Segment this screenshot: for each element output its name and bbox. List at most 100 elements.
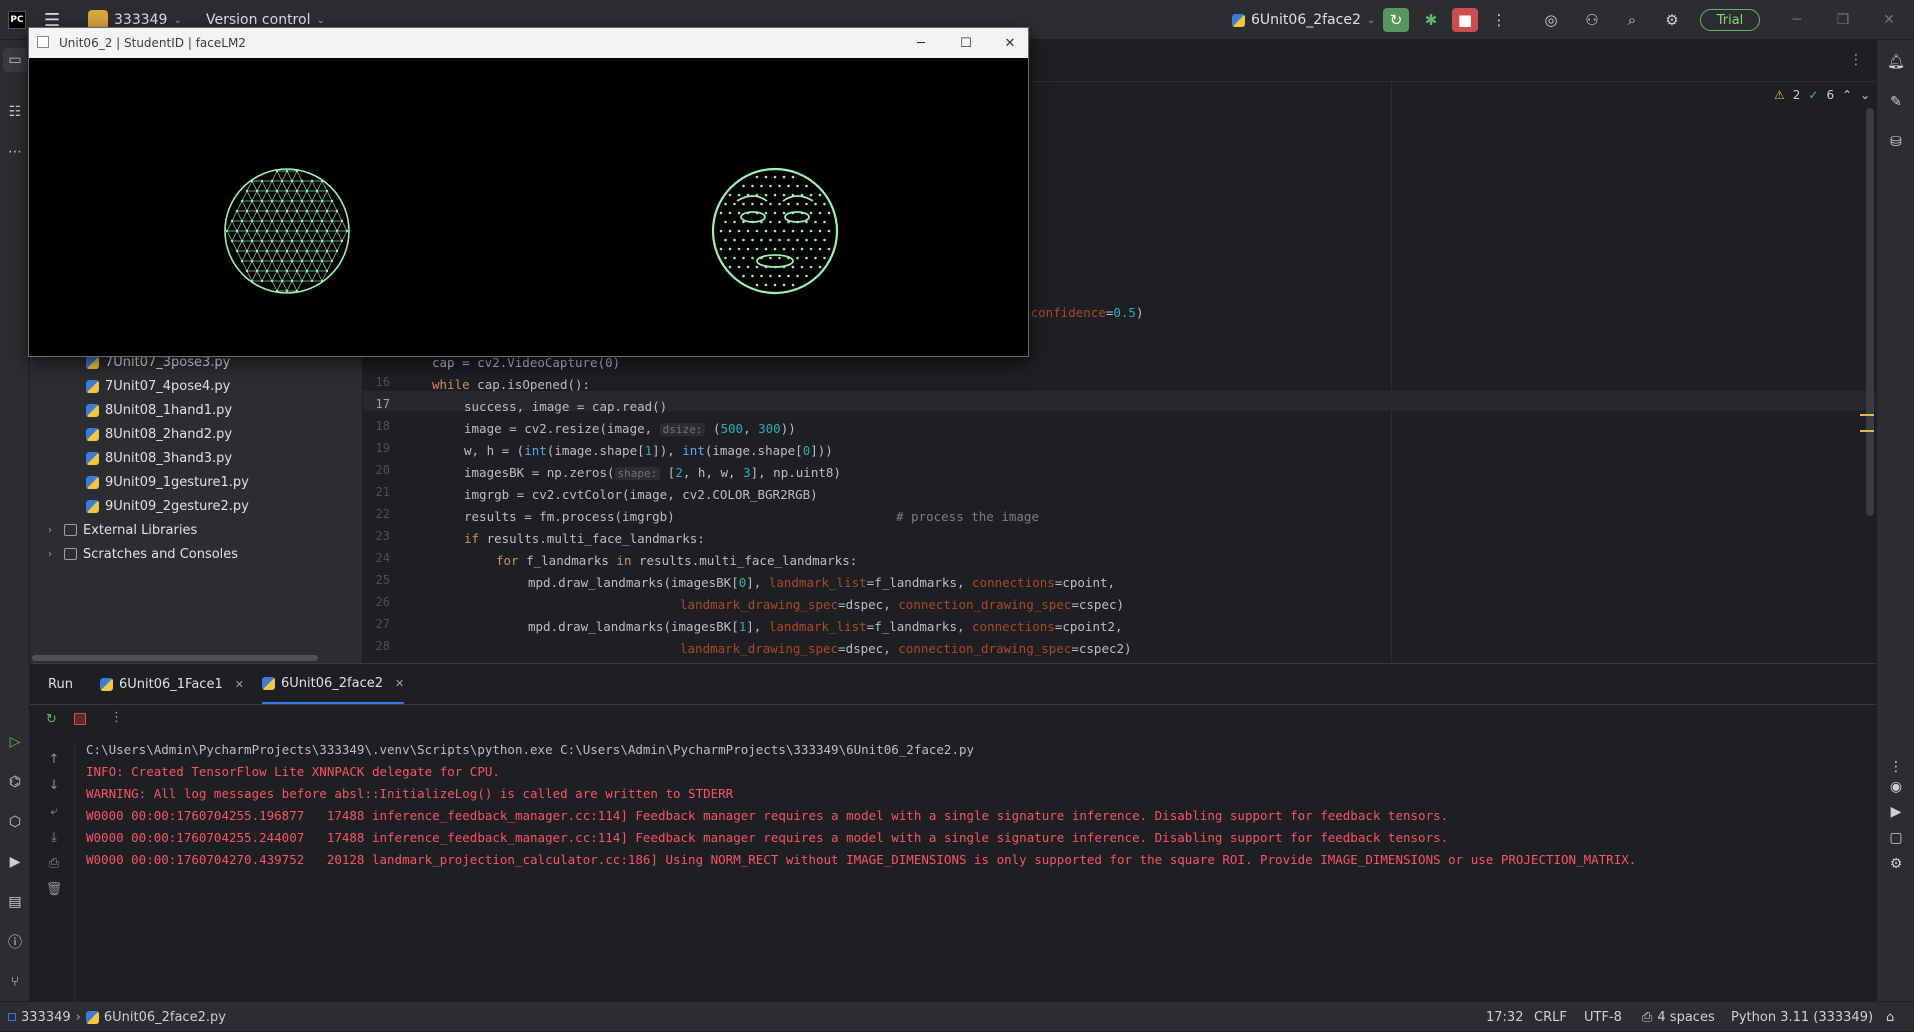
tree-item-file[interactable]: 8Unit08_2hand2.py [86,424,232,444]
run-config-selector[interactable]: 6Unit06_2face2 ⌄ [1232,0,1375,40]
maximize-button[interactable]: ☐ [943,28,989,58]
lock-icon[interactable]: ⌂ [1886,1002,1894,1032]
landmark-point [315,269,319,273]
landmark-point [295,229,299,233]
notifications-icon[interactable]: 🔔︎ [1884,50,1908,74]
tree-item-external-libraries[interactable]: › External Libraries [48,520,197,540]
landmark-point [818,211,822,215]
more-options-icon[interactable]: ⋮ [110,710,123,725]
trash-icon[interactable]: 🗑︎ [42,878,66,900]
trial-badge[interactable]: Trial [1700,9,1760,31]
mesh-edge [256,190,263,202]
window-icon[interactable]: ▢ [1884,826,1908,850]
mesh-edge [291,240,298,252]
mesh-edge [251,270,258,282]
opencv-window-titlebar[interactable]: Unit06_2 | StudentID | faceLM2 ─ ☐ ✕ [29,28,1028,58]
landmark-point [335,229,339,233]
close-icon[interactable]: ✕ [235,678,244,691]
scroll-down-icon[interactable]: ↓ [42,774,66,796]
mesh-edge [256,210,263,222]
landmark-point [285,249,289,253]
ai-assistant-icon[interactable]: ◎ [1538,8,1564,32]
python-packages-icon[interactable]: ⬡ [3,810,27,834]
run-tool-icon[interactable]: ▷ [3,730,27,754]
more-tools-icon[interactable]: ⋯ [3,140,27,164]
gear-icon[interactable]: ⚙ [1659,8,1685,32]
folder-icon[interactable]: ▭ [3,48,27,72]
python-console-icon[interactable]: ⌬ [3,770,27,794]
chevron-down-icon[interactable]: ⌄ [1860,88,1870,102]
settings-icon[interactable]: ⚙ [1884,852,1908,876]
stop-button[interactable]: ■ [1452,8,1478,32]
soft-wrap-icon[interactable]: ⤶ [42,800,66,822]
file-encoding[interactable]: UTF-8 [1584,1002,1622,1032]
minimize-button[interactable]: ─ [1774,0,1820,40]
landmark-point [827,211,831,215]
horizontal-scrollbar[interactable] [32,655,318,661]
problems-icon[interactable]: ⓘ [3,930,27,954]
landmark-point [737,247,741,251]
mesh-edge [291,200,298,212]
terminal-icon[interactable]: ▤ [3,890,27,914]
rerun-icon[interactable]: ↻ [46,712,57,727]
opencv-window[interactable]: Unit06_2 | StudentID | faceLM2 ─ ☐ ✕ [28,27,1029,357]
caret-position[interactable]: 17:32 [1486,1002,1523,1032]
run-tab-2[interactable]: 6Unit06_2face2 ✕ [262,664,405,704]
scroll-up-icon[interactable]: ↑ [42,748,66,770]
file-label: 8Unit08_2hand2.py [105,426,233,442]
mesh-edge [301,240,308,252]
mesh-edge [296,270,303,282]
editor-more-icon[interactable]: ⋮ [1849,52,1863,68]
services-icon[interactable]: ▶ [3,850,27,874]
restore-button[interactable]: ❐ [1820,0,1866,40]
tree-item-file[interactable]: 9Unit09_1gesture1.py [86,472,249,492]
tree-item-file[interactable]: 8Unit08_3hand3.py [86,448,232,468]
breadcrumb[interactable]: 333349 › 6Unit06_2face2.py [8,1002,226,1032]
more-options-icon[interactable]: ⋮ [1486,8,1512,32]
app-logo[interactable]: PC [8,0,26,40]
chevron-right-icon: › [75,1009,81,1025]
landmark-point [260,239,264,243]
print-icon[interactable]: ⎙ [42,852,66,874]
mesh-edge [241,210,248,222]
tree-item-file[interactable]: 9Unit09_2gesture2.py [86,496,249,516]
mesh-edge [316,190,323,202]
search-icon[interactable]: ⌕ [1619,8,1645,32]
close-button[interactable]: ✕ [1866,0,1912,40]
landmark-point [315,189,319,193]
inspection-widget[interactable]: ⚠ 2 ✓ 6 ⌃ ⌄ [1774,88,1870,102]
run-tab-1[interactable]: 6Unit06_1Face1 ✕ [100,664,244,704]
mesh-edge [326,200,333,212]
landmark-point [818,247,822,251]
database-icon[interactable]: ⛁ [1884,130,1908,154]
editor-scrollbar[interactable] [1866,108,1874,516]
structure-icon[interactable]: ☷ [3,100,27,124]
python-file-icon [85,1010,99,1024]
git-icon[interactable]: ⑂ [3,970,27,994]
add-user-icon[interactable]: ⚇ [1579,8,1605,32]
landmark-point [805,202,808,206]
close-icon[interactable]: ✕ [395,677,404,690]
rerun-button[interactable]: ↻ [1383,8,1409,32]
mesh-edge [231,220,238,232]
mesh-edge [336,220,343,232]
close-button[interactable]: ✕ [987,28,1033,58]
video-icon[interactable]: ▶ [1884,800,1908,824]
landmark-point [755,193,759,197]
stop-icon[interactable] [74,713,86,725]
mesh-edge [306,180,313,192]
tree-item-scratches[interactable]: › Scratches and Consoles [48,544,238,564]
landmark-point [260,219,264,223]
indent-setting[interactable]: ⎙ 4 spaces [1642,1002,1715,1032]
line-separator[interactable]: CRLF [1534,1002,1567,1032]
python-interpreter[interactable]: Python 3.11 (333349) [1731,1002,1873,1032]
landmark-point [814,202,817,206]
chevron-up-icon[interactable]: ⌃ [1842,88,1852,102]
tree-item-file[interactable]: 8Unit08_1hand1.py [86,400,232,420]
minimize-button[interactable]: ─ [898,28,944,58]
debug-icon[interactable]: ✱ [1418,8,1444,32]
ai-chat-icon[interactable]: ✎ [1884,90,1908,114]
camera-icon[interactable]: ◉ [1884,775,1908,799]
scroll-to-end-icon[interactable]: ⤓ [42,826,66,848]
tree-item-file[interactable]: 7Unit07_4pose4.py [86,376,230,396]
